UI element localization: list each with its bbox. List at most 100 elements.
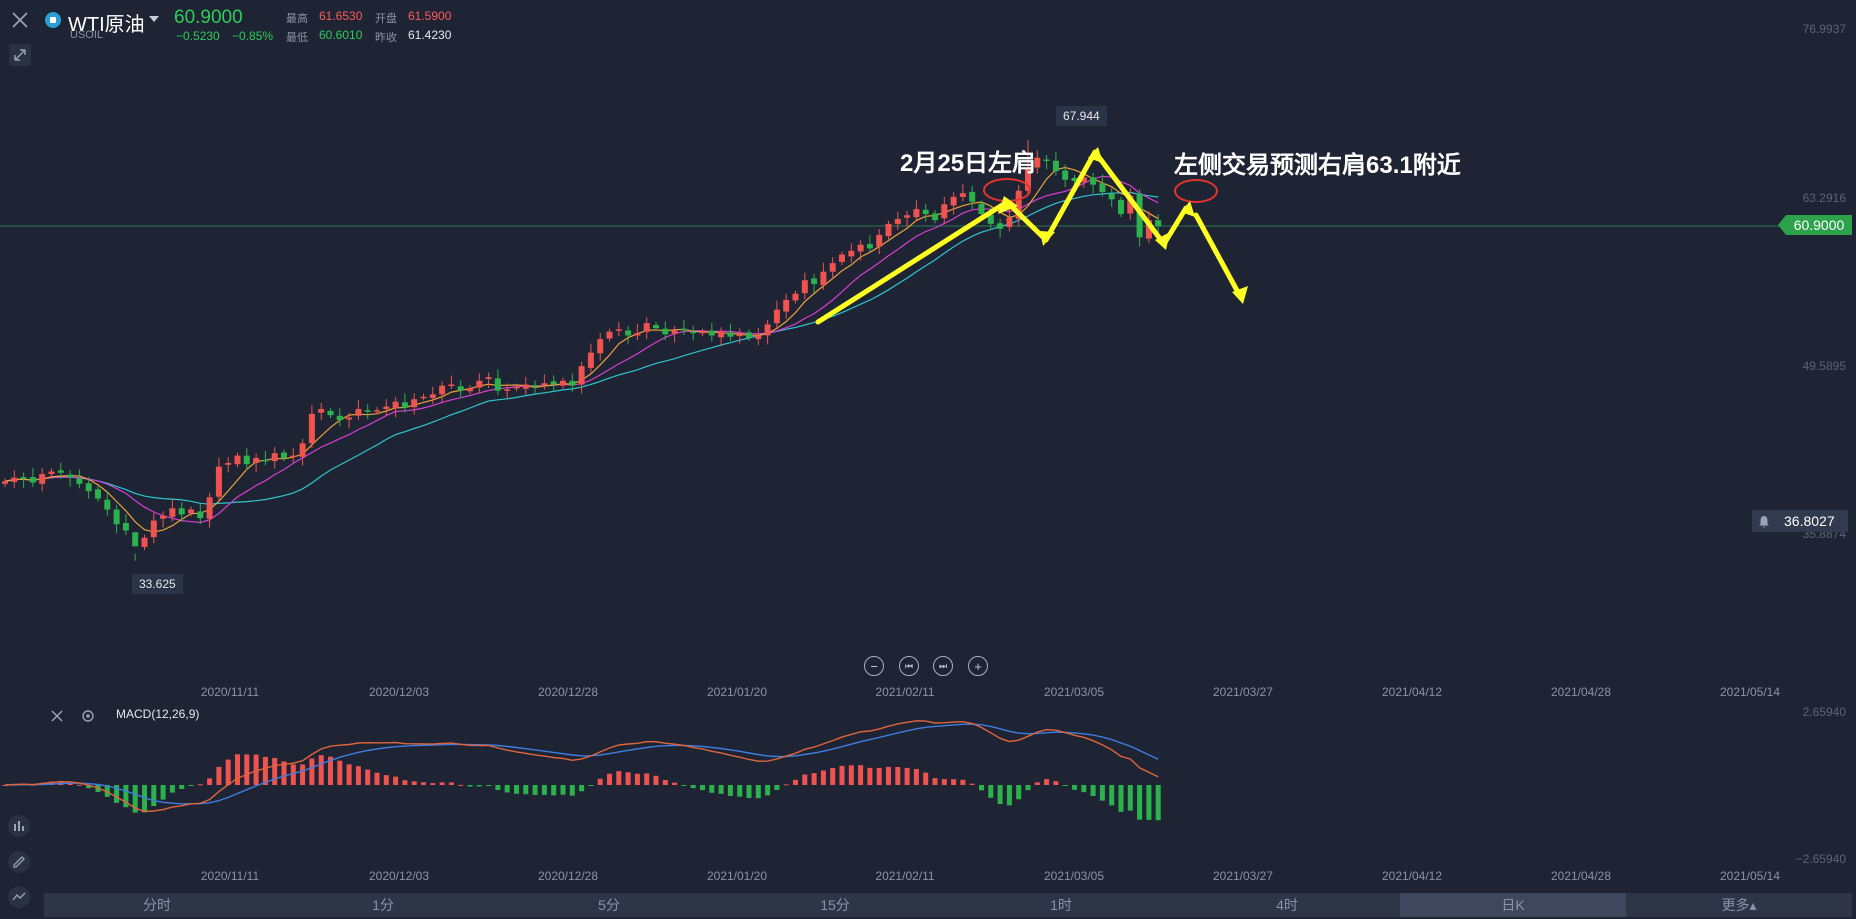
- macd-histogram-bar: [616, 771, 622, 785]
- right-shoulder-label: 左侧交易预测右肩63.1附近: [1174, 152, 1461, 179]
- candle: [392, 401, 399, 409]
- macd-histogram-bar: [588, 785, 594, 786]
- macd-histogram-bar: [1025, 785, 1031, 791]
- macd-histogram-bar: [197, 784, 203, 786]
- period-tabs: 分时 1分 5分 15分 1时 4时 日K 更多▴: [44, 893, 1852, 917]
- macd-histogram-bar: [1006, 785, 1012, 806]
- x-axis-label: 2020/12/03: [368, 869, 430, 883]
- candle: [550, 381, 557, 385]
- macd-histogram-bar: [876, 767, 882, 785]
- candle: [85, 483, 92, 492]
- candle: [680, 328, 687, 331]
- candle: [1108, 193, 1115, 200]
- candlestick-chart[interactable]: [0, 0, 1856, 680]
- macd-histogram-bar: [532, 785, 538, 795]
- zoom-out-button[interactable]: −: [864, 656, 884, 676]
- line-chart-icon[interactable]: [8, 886, 30, 908]
- macd-histogram-bar: [1044, 779, 1050, 785]
- candle: [383, 406, 390, 410]
- macd-histogram-bar: [700, 785, 705, 791]
- macd-histogram-bar: [262, 756, 268, 785]
- x-axis-label: 2021/04/12: [1381, 869, 1443, 883]
- macd-histogram-bar: [895, 766, 901, 785]
- tab-more[interactable]: 更多▴: [1626, 893, 1852, 917]
- candle: [448, 384, 455, 386]
- candle: [401, 402, 408, 408]
- tab-1hour[interactable]: 1时: [948, 893, 1174, 917]
- macd-histogram-bar: [709, 785, 715, 793]
- candle: [783, 299, 790, 312]
- candle: [653, 325, 659, 329]
- x-axis-label: 2021/04/12: [1381, 685, 1443, 699]
- right-shoulder-circle: [1174, 179, 1218, 203]
- ma5-line: [4, 166, 1159, 533]
- tab-1min[interactable]: 1分: [270, 893, 496, 917]
- macd-histogram-bar: [188, 785, 194, 786]
- macd-histogram-bar: [830, 767, 836, 785]
- candle: [597, 339, 604, 354]
- macd-histogram-bar: [346, 764, 352, 785]
- candle: [364, 410, 371, 412]
- macd-histogram-bar: [300, 764, 306, 785]
- macd-histogram-bar: [383, 775, 389, 785]
- macd-histogram-bar: [160, 785, 166, 800]
- macd-histogram-bar: [541, 785, 547, 795]
- candle: [318, 409, 325, 413]
- macd-histogram-bar: [858, 765, 864, 785]
- candle: [113, 509, 120, 525]
- tab-5min[interactable]: 5分: [496, 893, 722, 917]
- candle: [1118, 199, 1124, 215]
- skip-back-button[interactable]: ⏮: [899, 656, 919, 676]
- candle: [243, 455, 250, 465]
- candle: [792, 293, 799, 301]
- candle: [959, 193, 966, 197]
- candle: [141, 537, 148, 547]
- candle: [969, 191, 976, 202]
- macd-histogram-bar: [374, 772, 380, 785]
- indicator-icon[interactable]: [8, 815, 30, 837]
- skip-forward-button[interactable]: ⏭: [933, 656, 953, 676]
- candle: [308, 413, 315, 444]
- macd-histogram-bar: [458, 784, 464, 786]
- macd-histogram-bar: [1081, 785, 1087, 793]
- candle: [420, 396, 427, 399]
- candle: [429, 394, 436, 398]
- macd-histogram-bar: [653, 775, 659, 785]
- macd-chart[interactable]: [0, 700, 1856, 880]
- macd-histogram-bar: [504, 785, 510, 793]
- candle: [57, 470, 64, 473]
- tab-15min[interactable]: 15分: [722, 893, 948, 917]
- candle: [253, 458, 260, 463]
- macd-histogram-bar: [848, 765, 854, 785]
- x-axis-label: 2021/03/27: [1212, 869, 1274, 883]
- macd-histogram-bar: [514, 785, 519, 794]
- macd-histogram-bar: [216, 766, 222, 785]
- candle: [20, 477, 27, 479]
- candle: [671, 330, 678, 334]
- macd-histogram-bar: [886, 766, 891, 785]
- tab-timeshare[interactable]: 分时: [44, 893, 270, 917]
- macd-histogram-bar: [820, 770, 826, 785]
- candle: [541, 383, 548, 386]
- macd-histogram-bar: [988, 785, 994, 798]
- macd-histogram-bar: [318, 755, 324, 785]
- candle: [67, 474, 74, 478]
- x-axis-label: 2021/03/05: [1043, 869, 1105, 883]
- candle: [494, 378, 501, 391]
- tab-4hour[interactable]: 4时: [1174, 893, 1400, 917]
- candle: [485, 377, 492, 379]
- macd-histogram-bar: [476, 785, 482, 787]
- zoom-in-button[interactable]: +: [968, 656, 988, 676]
- candle: [857, 244, 864, 252]
- macd-histogram-bar: [941, 779, 947, 785]
- draw-pencil-icon[interactable]: [8, 851, 30, 873]
- macd-histogram-bar: [1016, 785, 1022, 800]
- macd-histogram-bar: [597, 778, 603, 785]
- macd-histogram-bar: [960, 779, 966, 785]
- macd-histogram-bar: [867, 767, 873, 785]
- tab-daily[interactable]: 日K: [1400, 893, 1626, 917]
- macd-histogram-bar: [1062, 785, 1068, 786]
- macd-histogram-bar: [225, 759, 231, 785]
- macd-histogram-bar: [932, 778, 938, 785]
- x-axis-label: 2021/02/11: [875, 869, 935, 883]
